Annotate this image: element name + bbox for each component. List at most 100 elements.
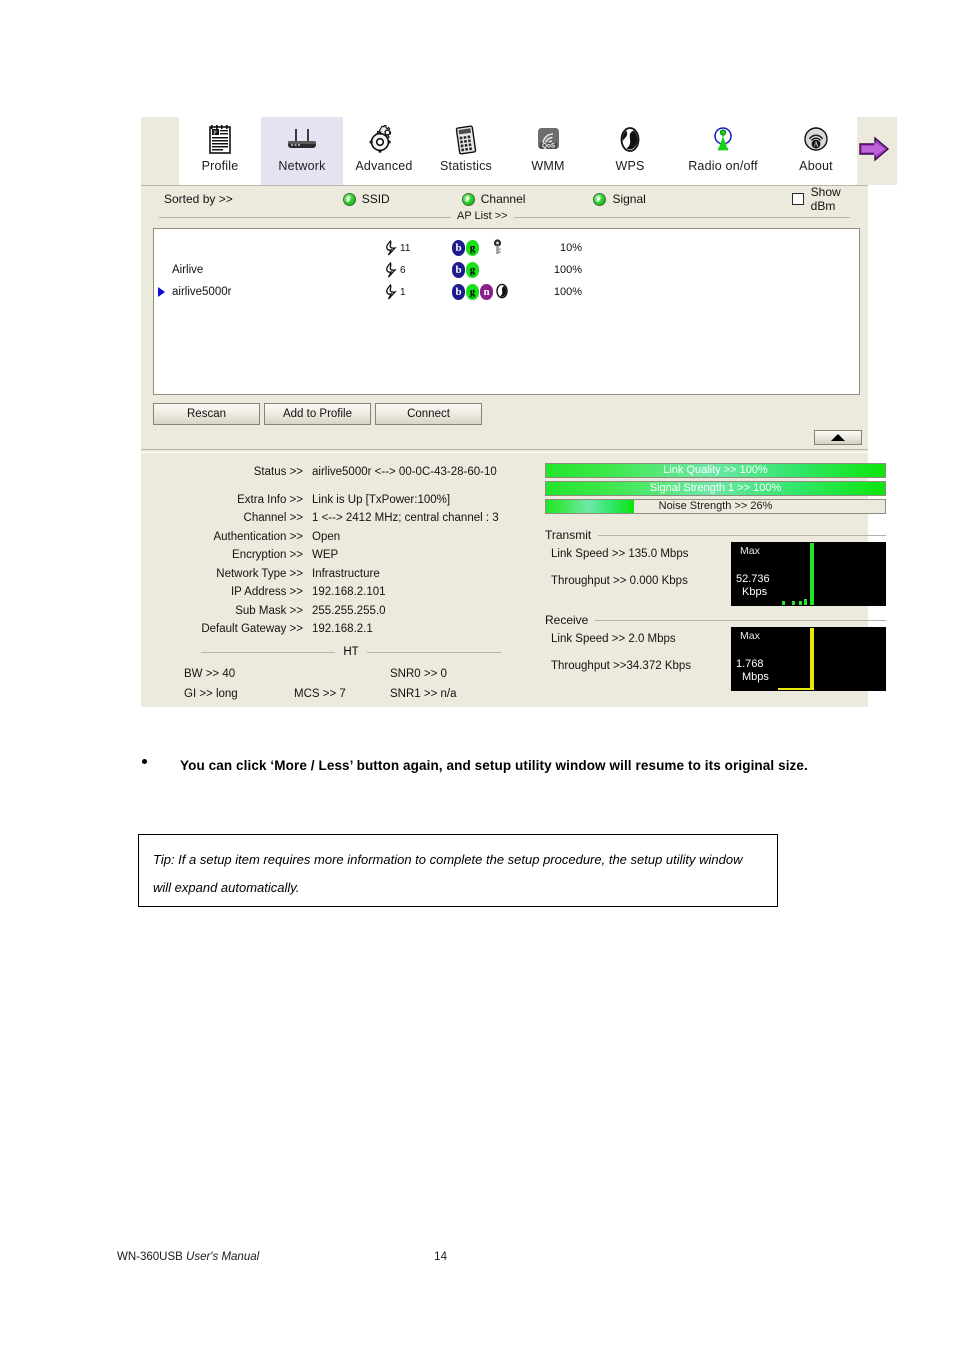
radio-dot-icon xyxy=(461,192,475,206)
footer-product: WN-360USB xyxy=(117,1251,187,1263)
table-row[interactable]: 11 b g 10% xyxy=(154,237,859,259)
link-quality-meter: Link Quality >> 100% xyxy=(545,463,886,478)
noise-strength-meter: Noise Strength >> 26% xyxy=(545,499,886,514)
table-row[interactable]: airlive5000r 1 b g n 100% xyxy=(154,281,859,303)
tip-text: Tip: If a setup item requires more infor… xyxy=(153,852,743,895)
detail-key: Extra Info >> xyxy=(237,493,303,506)
ap-signal-bar xyxy=(590,265,853,276)
detail-value: 192.168.2.1 xyxy=(312,623,373,635)
triangle-up-icon xyxy=(831,434,845,441)
about-icon: A xyxy=(802,121,830,159)
tab-network-label: Network xyxy=(278,159,326,173)
detail-value: 192.168.2.101 xyxy=(312,586,386,598)
qos-icon: QoS xyxy=(534,121,562,159)
tip-box: Tip: If a setup item requires more infor… xyxy=(138,834,778,907)
sort-option-signal[interactable]: Signal xyxy=(593,192,646,206)
tab-radio-onoff-label: Radio on/off xyxy=(688,159,758,173)
tab-network[interactable]: Network xyxy=(261,117,343,185)
detail-key: Status >> xyxy=(253,466,303,478)
ap-signal-percent: 100% xyxy=(553,286,582,298)
detail-network-type: Network Type >> Infrastructure xyxy=(151,565,541,584)
sorted-by-label: Sorted by >> xyxy=(164,192,233,206)
profile-icon: P xyxy=(207,121,233,159)
ht-bw: BW >> 40 xyxy=(184,667,236,680)
tab-radio-onoff[interactable]: Radio on/off xyxy=(671,117,775,185)
more-less-row xyxy=(141,430,868,445)
ap-signal-percent: 10% xyxy=(559,242,582,254)
footer-manual-title: User's Manual xyxy=(186,1251,260,1263)
ap-capabilities: b g n xyxy=(452,283,530,302)
table-row[interactable]: Airlive 6 b g 100% xyxy=(154,259,859,281)
receive-stats: Link Speed >> 2.0 Mbps Throughput >>34.3… xyxy=(545,627,731,672)
tab-wmm-label: WMM xyxy=(531,159,565,173)
transmit-graph-bar xyxy=(782,601,785,605)
lock-icon xyxy=(492,238,503,258)
router-icon xyxy=(285,121,319,159)
receive-header: Receive xyxy=(545,613,886,627)
ht-spacer xyxy=(294,668,390,680)
transmit-graph-max-label: Max xyxy=(740,545,760,557)
rescan-button[interactable]: Rescan xyxy=(153,403,260,425)
ht-snr1: SNR1 >> n/a xyxy=(390,687,457,700)
detail-ip-address: IP Address >> 192.168.2.101 xyxy=(151,583,541,602)
bullet-paragraph: You can click ‘More / Less’ button again… xyxy=(142,752,822,780)
purple-right-arrow-icon[interactable] xyxy=(857,134,891,169)
more-less-button[interactable] xyxy=(814,430,862,445)
ap-channel: 6 xyxy=(384,262,452,278)
sort-option-channel[interactable]: Channel xyxy=(461,192,526,206)
checkbox-icon xyxy=(791,193,804,205)
detail-value: 1 <--> 2412 MHz; central channel : 3 xyxy=(312,512,499,524)
ap-signal-bar xyxy=(590,243,853,254)
toolbar-left-spacer xyxy=(141,117,179,185)
transmit-body: Link Speed >> 135.0 Mbps Throughput >> 0… xyxy=(545,542,886,606)
tab-wps-label: WPS xyxy=(615,159,645,173)
transmit-link-speed: Link Speed >> 135.0 Mbps xyxy=(551,548,689,560)
ht-row-2: GI >> long MCS >> 7 SNR1 >> n/a xyxy=(151,688,541,700)
sort-bar: Sorted by >> SSID Channel Signal Show dB… xyxy=(141,185,868,213)
transmit-section: Transmit Link Speed >> 135.0 Mbps Throug… xyxy=(545,528,886,606)
tab-statistics[interactable]: Statistics xyxy=(425,117,507,185)
radio-tower-icon xyxy=(711,121,735,159)
sort-option-ssid[interactable]: SSID xyxy=(342,192,390,206)
tab-advanced[interactable]: Advanced xyxy=(343,117,425,185)
transmit-throughput: Throughput >> 0.000 Kbps xyxy=(551,575,688,587)
footer-manual-label: WN-360USB User's Manual xyxy=(117,1251,259,1263)
divider-line xyxy=(595,619,886,621)
transmit-graph-bar xyxy=(810,543,814,605)
main-toolbar: P Profile Network Advanced Statistics Qo… xyxy=(141,117,897,186)
ht-divider: HT xyxy=(201,646,501,660)
receive-graph-value: 1.768 xyxy=(736,658,764,670)
row-selection-arrow xyxy=(154,286,168,298)
tab-profile-label: Profile xyxy=(201,159,239,173)
detail-value: Infrastructure xyxy=(312,567,380,580)
connect-button[interactable]: Connect xyxy=(375,403,482,425)
sort-option-signal-label: Signal xyxy=(612,192,646,206)
ap-channel-number: 11 xyxy=(400,242,411,254)
divider-line-left xyxy=(201,652,336,653)
tab-wps[interactable]: WPS xyxy=(589,117,671,185)
detail-encryption: Encryption >> WEP xyxy=(151,546,541,565)
sort-option-channel-label: Channel xyxy=(480,192,526,206)
radio-dot-icon xyxy=(593,192,607,206)
detail-value: 255.255.255.0 xyxy=(312,604,386,617)
detail-value: Link is Up [TxPower:100%] xyxy=(312,493,451,506)
page-footer: WN-360USB User's Manual 14 xyxy=(117,1251,837,1263)
tab-profile[interactable]: P Profile xyxy=(179,117,261,185)
svg-text:QoS: QoS xyxy=(542,143,556,150)
tab-about[interactable]: A About xyxy=(775,117,857,185)
add-to-profile-button[interactable]: Add to Profile xyxy=(264,403,371,425)
detail-key: Network Type >> xyxy=(216,567,303,580)
detail-value: Open xyxy=(312,530,341,543)
detail-default-gateway: Default Gateway >> 192.168.2.1 xyxy=(151,620,541,639)
cap-badge-b: b xyxy=(452,262,465,278)
ap-list-caption: AP List >> xyxy=(457,210,508,222)
ap-list-box[interactable]: 11 b g 10% Airlive 6 b g 100% airlive500… xyxy=(153,228,860,395)
detail-key: Default Gateway >> xyxy=(201,623,303,635)
transmit-header: Transmit xyxy=(545,528,886,542)
receive-graph-bar xyxy=(810,628,814,690)
ap-signal-percent: 100% xyxy=(553,264,582,276)
show-dbm-checkbox[interactable]: Show dBm xyxy=(791,185,868,213)
svg-text:A: A xyxy=(813,141,818,149)
tab-wmm[interactable]: QoS WMM xyxy=(507,117,589,185)
ap-list-divider: AP List >> xyxy=(141,210,868,224)
